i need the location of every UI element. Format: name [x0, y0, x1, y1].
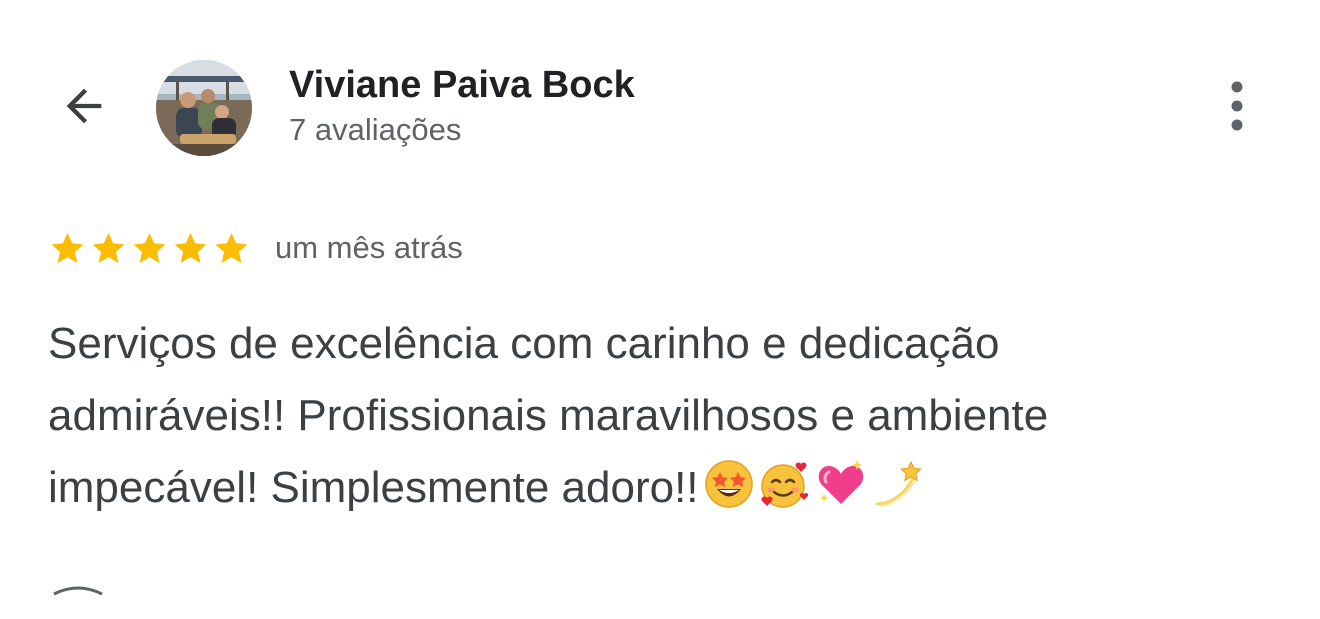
star-icon [48, 229, 87, 268]
review-date: um mês atrás [275, 230, 463, 265]
review-count: 7 avaliações [289, 112, 462, 147]
star-icon [171, 229, 210, 268]
dizzy-emoji [871, 458, 923, 510]
star-struck-emoji [703, 458, 755, 510]
review-text: Serviços de excelência com carinho e ded… [48, 308, 1248, 524]
more-vertical-icon [1227, 80, 1247, 137]
rating-row: um mês atrás [48, 228, 463, 268]
sparkling-heart-emoji [815, 458, 867, 510]
arrow-left-icon [58, 80, 110, 137]
more-options-button[interactable] [1210, 76, 1264, 140]
star-icon [130, 229, 169, 268]
back-button[interactable] [52, 76, 116, 140]
smiling-face-with-hearts-emoji [759, 458, 811, 510]
thumbs-up-icon[interactable] [48, 584, 108, 614]
star-rating [48, 229, 251, 268]
reviewer-name[interactable]: Viviane Paiva Bock [289, 62, 635, 108]
star-icon [89, 229, 128, 268]
star-icon [212, 229, 251, 268]
avatar[interactable] [156, 60, 252, 156]
